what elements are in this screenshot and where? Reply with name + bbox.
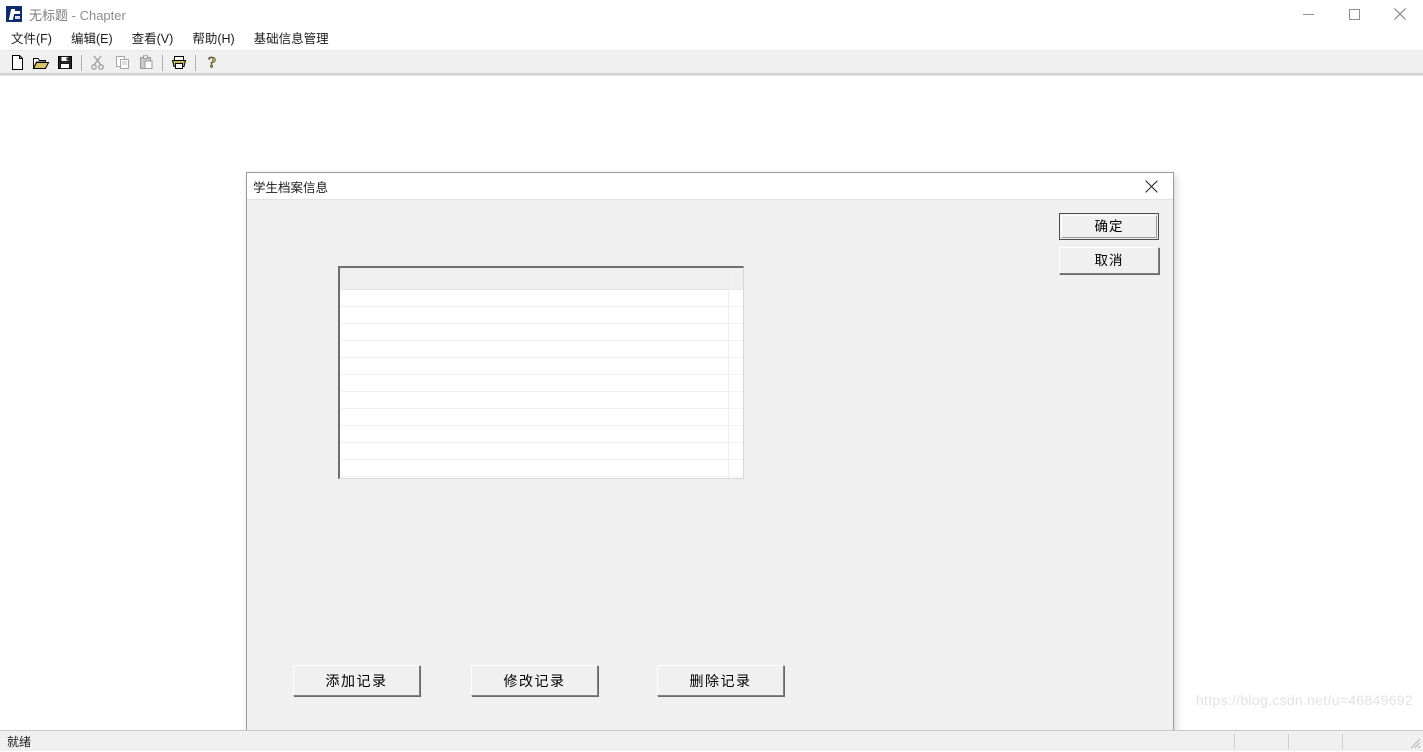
minimize-button[interactable] (1285, 0, 1331, 28)
list-item[interactable] (340, 307, 743, 324)
resize-grip-icon[interactable] (1407, 735, 1421, 749)
add-record-button[interactable]: 添加记录 (293, 665, 420, 696)
new-document-icon[interactable] (5, 52, 29, 74)
close-button[interactable] (1377, 0, 1423, 28)
window-title-document: 无标题 (29, 7, 69, 23)
list-item[interactable] (340, 443, 743, 460)
menu-item-file[interactable]: 文件(F) (3, 29, 60, 49)
window-title-separator: - (68, 7, 80, 23)
list-item[interactable] (340, 290, 743, 307)
list-item[interactable] (340, 460, 743, 477)
status-bar-divider (1234, 734, 1235, 749)
toolbar: ? (0, 51, 1423, 75)
mfc-app-icon (6, 6, 22, 22)
print-icon[interactable] (167, 52, 191, 74)
status-bar-divider (1288, 734, 1289, 749)
cancel-button-label: 取消 (1094, 252, 1124, 268)
list-item[interactable] (340, 324, 743, 341)
modify-record-label: 修改记录 (503, 672, 566, 689)
status-bar-divider (1342, 734, 1343, 749)
list-item[interactable] (340, 341, 743, 358)
dialog-close-icon[interactable] (1129, 173, 1173, 199)
delete-record-label: 删除记录 (689, 672, 752, 689)
window-controls (1285, 0, 1423, 28)
help-question-icon[interactable]: ? (200, 52, 224, 74)
application-window: 无标题 - Chapter 文件(F) 编辑(E) 查看(V) 帮助(H) 基础… (0, 0, 1423, 751)
cut-scissors-icon[interactable] (86, 52, 110, 74)
ok-button-label: 确定 (1094, 218, 1124, 234)
cancel-button[interactable]: 取消 (1059, 247, 1159, 274)
student-record-list[interactable] (338, 266, 744, 479)
dialog-title-text: 学生档案信息 (253, 180, 329, 195)
save-disk-icon[interactable] (53, 52, 77, 74)
delete-record-button[interactable]: 删除记录 (657, 665, 784, 696)
menu-item-view[interactable]: 查看(V) (124, 29, 182, 49)
list-item[interactable] (340, 375, 743, 392)
student-archive-dialog: 学生档案信息 确定 取消 添加记录 修改记录 删除记录 (246, 172, 1174, 733)
window-title-bar: 无标题 - Chapter (0, 0, 1423, 28)
maximize-button[interactable] (1331, 0, 1377, 28)
ok-button[interactable]: 确定 (1059, 213, 1159, 240)
list-item[interactable] (340, 392, 743, 409)
record-list-column-divider (728, 268, 729, 478)
menu-item-help[interactable]: 帮助(H) (184, 29, 242, 49)
window-title-app: Chapter (79, 7, 126, 23)
dialog-title-bar: 学生档案信息 (247, 173, 1173, 200)
toolbar-separator (81, 54, 82, 71)
list-item[interactable] (340, 358, 743, 375)
status-bar: 就绪 (0, 730, 1423, 751)
copy-icon[interactable] (110, 52, 134, 74)
toolbar-separator (162, 54, 163, 71)
modify-record-button[interactable]: 修改记录 (471, 665, 598, 696)
toolbar-separator (195, 54, 196, 71)
mdi-client-area: 学生档案信息 确定 取消 添加记录 修改记录 删除记录 https://blog… (0, 75, 1423, 733)
record-list-body[interactable] (340, 290, 743, 477)
status-bar-text: 就绪 (7, 734, 32, 749)
list-item[interactable] (340, 409, 743, 426)
watermark-text: https://blog.csdn.net/u=46849692 (1195, 692, 1413, 708)
menu-item-edit[interactable]: 编辑(E) (63, 29, 121, 49)
menu-bar: 文件(F) 编辑(E) 查看(V) 帮助(H) 基础信息管理 (0, 28, 1423, 51)
add-record-label: 添加记录 (325, 672, 388, 689)
paste-clipboard-icon[interactable] (134, 52, 158, 74)
window-title: 无标题 - Chapter (29, 5, 126, 24)
list-item[interactable] (340, 426, 743, 443)
svg-text:?: ? (208, 56, 216, 72)
open-folder-icon[interactable] (29, 52, 53, 74)
menu-item-basic-info-management[interactable]: 基础信息管理 (246, 29, 337, 49)
record-list-header[interactable] (340, 268, 743, 290)
